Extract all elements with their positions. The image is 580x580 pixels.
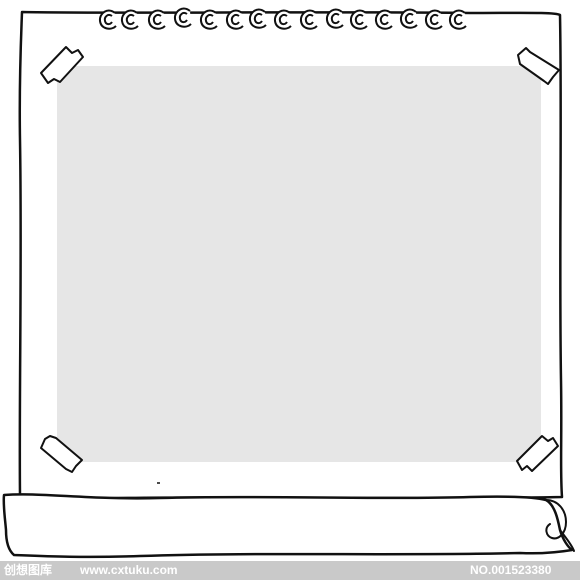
watermark-brand: 创想图库 xyxy=(4,563,53,577)
rolled-paper-icon xyxy=(2,493,575,559)
photo-placeholder xyxy=(57,66,541,462)
spiral-binding-icon xyxy=(98,7,467,30)
watermark-id: NO.001523380 xyxy=(470,563,552,577)
notepad-frame-illustration xyxy=(2,7,575,559)
watermark-url: www.cxtuku.com xyxy=(80,563,178,577)
